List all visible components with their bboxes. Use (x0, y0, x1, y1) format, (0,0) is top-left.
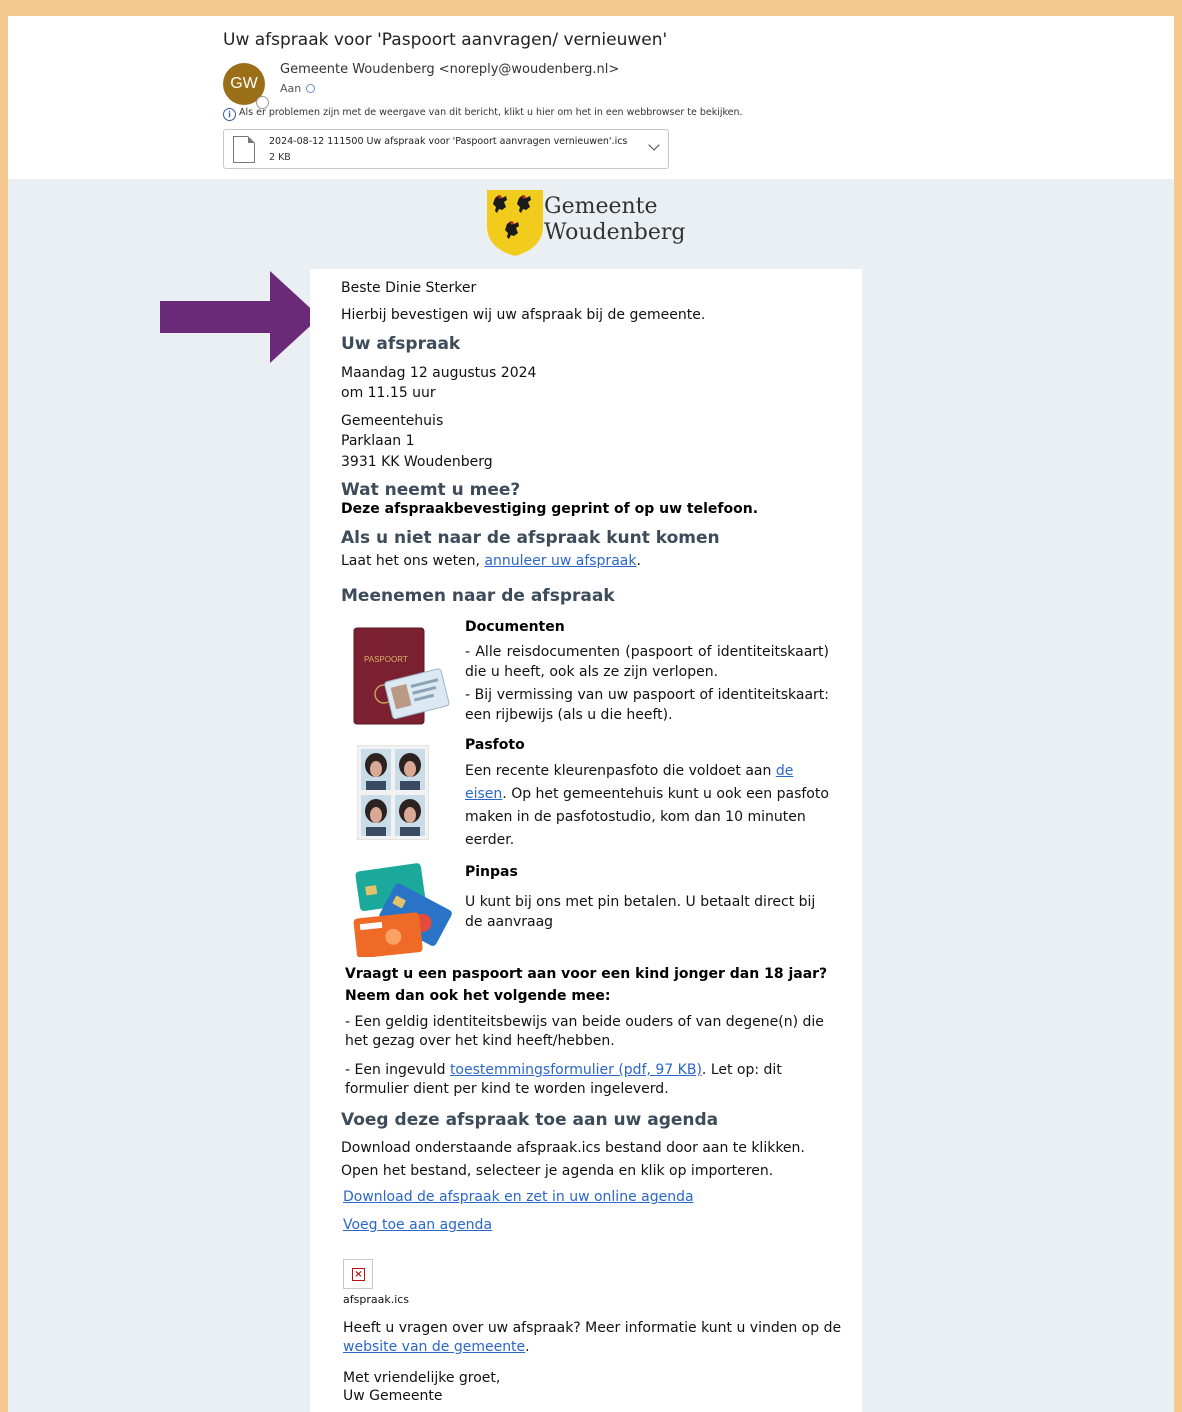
cancel-heading: Als u niet naar de afspraak kunt komen (341, 528, 720, 548)
attachment-chip[interactable]: 2024-08-12 111500 Uw afspraak voor 'Pasp… (223, 129, 669, 169)
intro-text: Hierbij bevestigen wij uw afspraak bij d… (341, 307, 706, 323)
appointment-time: om 11.15 uur (341, 385, 436, 401)
passport-photos-image (357, 745, 429, 840)
cancel-text: Laat het ons weten, annuleer uw afspraak… (341, 553, 641, 569)
child-text-1: - Een geldig identiteitsbewijs van beide… (345, 1014, 824, 1049)
broken-image-icon: × (352, 1268, 365, 1281)
sender-address[interactable]: Gemeente Woudenberg <noreply@woudenberg.… (280, 62, 619, 77)
info-text[interactable]: Als er problemen zijn met de weergave va… (239, 107, 743, 118)
woudenberg-crest-icon (487, 190, 543, 256)
child-text-2: - Een ingevuld toestemmingsformulier (pd… (345, 1062, 782, 1097)
child-heading: Vraagt u een paspoort aan voor een kind … (345, 966, 828, 1004)
cancel-appointment-link[interactable]: annuleer uw afspraak (484, 553, 636, 569)
location-street: Parklaan 1 (341, 433, 415, 449)
greeting: Beste Dinie Sterker (341, 280, 477, 296)
documents-text-2: - Bij vermissing van uw paspoort of iden… (465, 687, 829, 723)
passport-label: PASPOORT (364, 655, 408, 664)
photo-title: Pasfoto (465, 737, 525, 753)
documents-text-1: - Alle reisdocumenten (paspoort of ident… (465, 644, 829, 680)
chevron-down-icon[interactable] (648, 139, 660, 151)
email-window: Uw afspraak voor 'Paspoort aanvragen/ ve… (8, 8, 1174, 1412)
closing: Met vriendelijke groet, (343, 1370, 501, 1386)
consent-form-link[interactable]: toestemmingsformulier (pdf, 97 KB) (450, 1062, 702, 1078)
info-bar[interactable]: i Als er problemen zijn met de weergave v… (223, 107, 743, 121)
take-heading: Meenemen naar de afspraak (341, 586, 615, 606)
photo-text: Een recente kleurenpasfoto die voldoet a… (465, 763, 829, 848)
ics-label: afspraak.ics (343, 1293, 410, 1306)
attachment-size: 2 KB (269, 152, 291, 163)
pin-text: U kunt bij ons met pin betalen. U betaal… (465, 894, 816, 930)
municipality-logo-text: Gemeente Woudenberg (544, 194, 686, 245)
questions-text: Heeft u vragen over uw afspraak? Meer in… (343, 1320, 842, 1355)
location-city: 3931 KK Woudenberg (341, 454, 493, 470)
municipality-website-link[interactable]: website van de gemeente (343, 1339, 525, 1355)
download-agenda-link[interactable]: Download de afspraak en zet in uw online… (343, 1188, 694, 1207)
location-name: Gemeentehuis (341, 413, 444, 429)
add-to-agenda-link[interactable]: Voeg toe aan agenda (343, 1216, 492, 1235)
recipient-row: Aan (280, 82, 316, 95)
bank-cards-image (353, 863, 452, 957)
attachment-name[interactable]: 2024-08-12 111500 Uw afspraak voor 'Pasp… (269, 136, 627, 147)
signature: Uw Gemeente (343, 1388, 443, 1404)
bring-text: Deze afspraakbevestiging geprint of op u… (341, 501, 759, 517)
passport-image: PASPOORT (353, 627, 450, 725)
email-header: Uw afspraak voor 'Paspoort aanvragen/ ve… (8, 16, 1174, 179)
documents-title: Documenten (465, 619, 565, 635)
info-icon: i (223, 108, 236, 121)
bring-heading: Wat neemt u mee? (341, 480, 521, 500)
agenda-text: Download onderstaande afspraak.ics besta… (341, 1140, 805, 1179)
appointment-heading: Uw afspraak (341, 334, 461, 354)
pin-title: Pinpas (465, 864, 518, 880)
ics-attachment-image[interactable]: × (343, 1259, 373, 1289)
arrow-right-icon (160, 271, 320, 363)
to-label: Aan (280, 82, 302, 95)
appointment-date: Maandag 12 augustus 2024 (341, 365, 537, 381)
recipient-status-icon (306, 84, 316, 93)
agenda-heading: Voeg deze afspraak toe aan uw agenda (341, 1110, 719, 1130)
file-icon (233, 136, 255, 163)
email-subject: Uw afspraak voor 'Paspoort aanvragen/ ve… (223, 30, 668, 50)
